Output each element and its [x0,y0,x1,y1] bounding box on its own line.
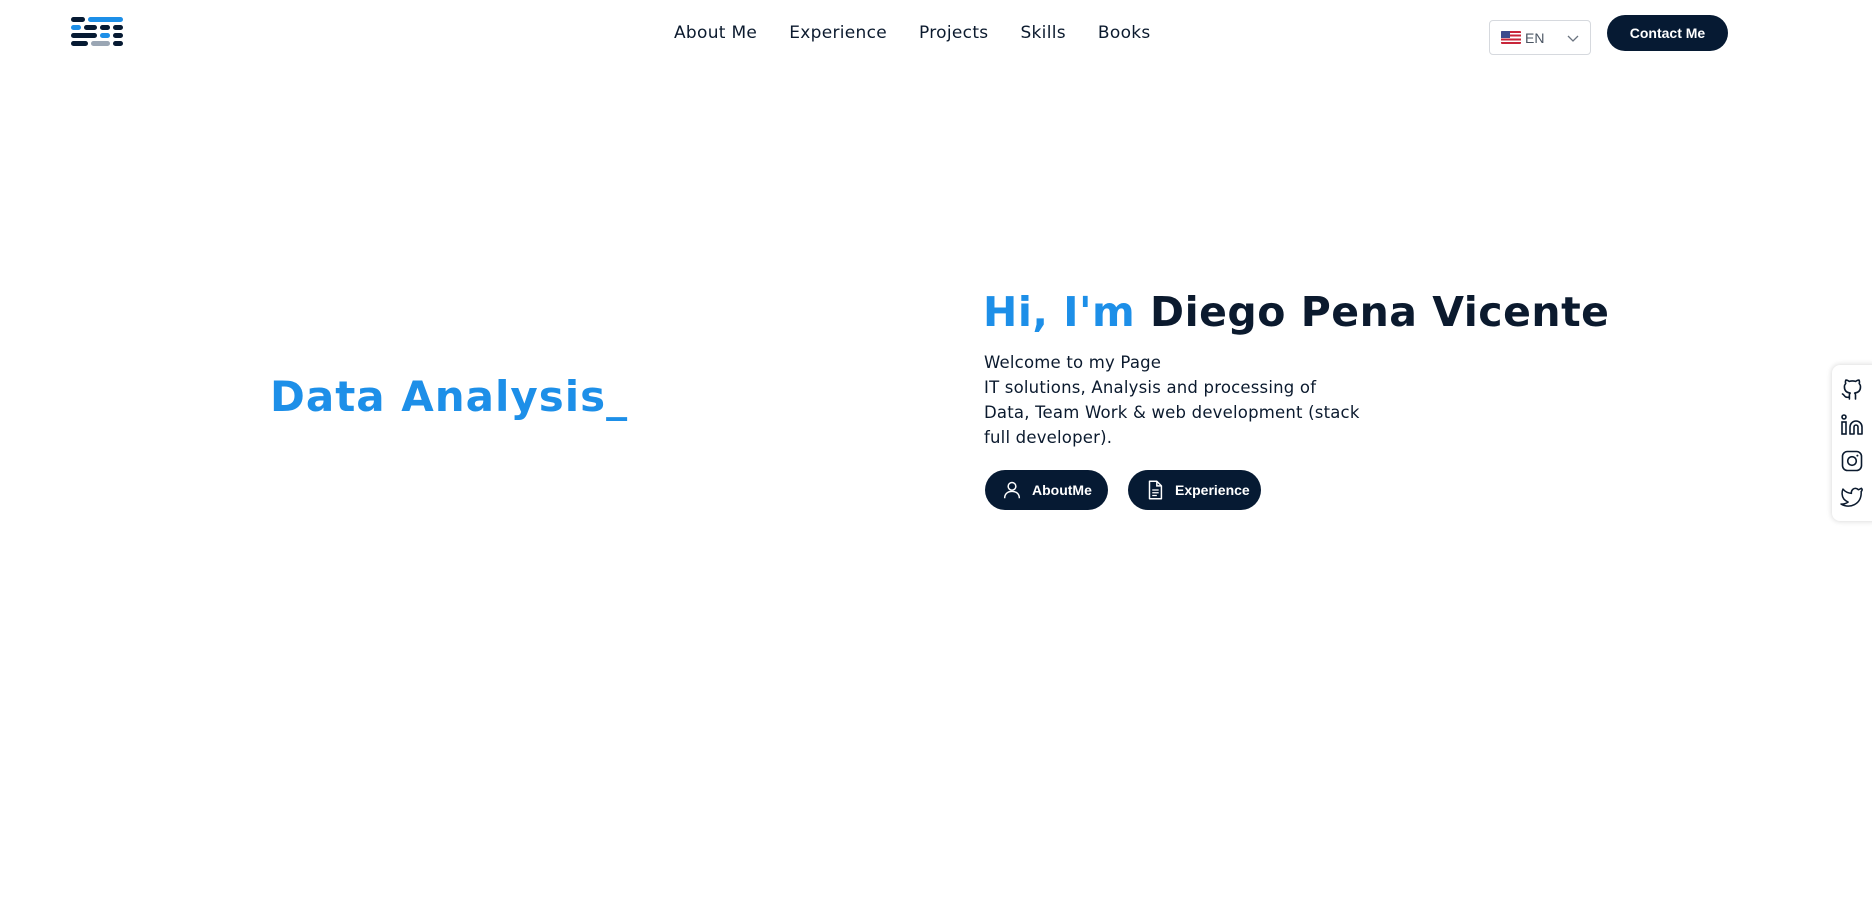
nav-about-me[interactable]: About Me [674,20,757,46]
logo-icon[interactable] [71,16,123,50]
nav-books[interactable]: Books [1098,20,1151,46]
typed-headline: Data Analysis_ [270,372,629,421]
experience-button[interactable]: Experience [1128,470,1261,510]
twitter-icon[interactable] [1840,485,1864,509]
nav-projects[interactable]: Projects [919,20,988,46]
hero-description-line: Welcome to my Page [984,353,1162,372]
user-icon [1003,481,1021,499]
chevron-down-icon [1567,35,1579,42]
hero-title-prefix: Hi, I'm [983,288,1136,336]
hero-title: Hi, I'm Diego Pena Vicente [983,288,1609,336]
about-me-button[interactable]: AboutMe [985,470,1108,510]
linkedin-icon[interactable] [1840,413,1864,437]
hero-title-name: Diego Pena Vicente [1150,288,1610,336]
language-code: EN [1525,29,1545,46]
contact-me-button[interactable]: Contact Me [1607,15,1728,51]
hero-description-line: full developer). [984,428,1113,447]
nav-skills[interactable]: Skills [1020,20,1065,46]
document-icon [1148,480,1163,500]
github-icon[interactable] [1840,377,1864,401]
about-me-button-label: AboutMe [1032,482,1092,498]
nav-experience[interactable]: Experience [789,20,887,46]
hero-description: Welcome to my Page IT solutions, Analysi… [984,350,1404,450]
hero-description-line: Data, Team Work & web development (stack [984,403,1360,422]
main-nav: About Me Experience Projects Skills Book… [674,20,1151,46]
experience-button-label: Experience [1175,482,1250,498]
site-header: About Me Experience Projects Skills Book… [0,0,1872,68]
hero-description-line: IT solutions, Analysis and processing of [984,378,1317,397]
us-flag-icon [1501,31,1521,44]
language-select[interactable]: EN [1489,20,1591,55]
social-sidebar [1832,365,1872,521]
instagram-icon[interactable] [1840,449,1864,473]
